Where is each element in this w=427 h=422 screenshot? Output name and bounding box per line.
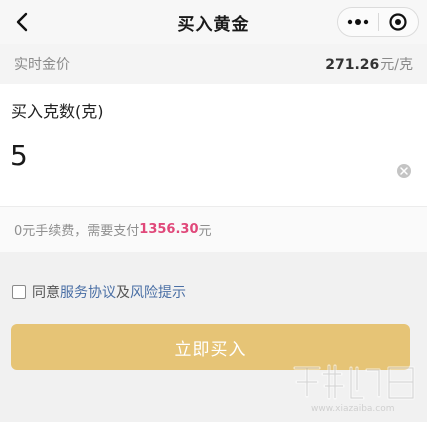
clear-icon — [400, 167, 408, 175]
agreement-checkbox[interactable] — [12, 285, 26, 299]
agreement-text-and: 及 — [116, 285, 130, 301]
more-button[interactable] — [338, 8, 378, 36]
realtime-price-row: 实时金价 271.26元/克 — [0, 44, 427, 84]
menu-capsule — [337, 7, 419, 37]
close-miniprogram-button[interactable] — [379, 8, 419, 36]
agreement-text-agree: 同意 — [32, 285, 60, 301]
back-button[interactable] — [8, 8, 36, 36]
watermark-logo: www.xiazaiba.com — [293, 364, 415, 414]
fee-amount: 1356.30 — [139, 222, 199, 237]
quantity-input[interactable]: 5 — [10, 139, 28, 172]
fee-summary: 0元手续费，需要支付 1356.30 元 — [0, 206, 427, 252]
svg-text:www.xiazaiba.com: www.xiazaiba.com — [311, 404, 395, 414]
quantity-label: 买入克数(克) — [11, 102, 104, 121]
agreement-row: 同意 服务协议及风险提示 — [12, 282, 186, 302]
service-agreement-link[interactable]: 服务协议 — [60, 282, 116, 302]
more-dots-icon — [347, 19, 368, 25]
price-unit: 元/克 — [380, 57, 413, 73]
quantity-card: 买入克数(克) 5 — [0, 84, 427, 206]
price-display: 271.26元/克 — [325, 54, 413, 74]
fee-prefix: 0元手续费，需要支付 — [14, 224, 140, 239]
risk-notice-link[interactable]: 风险提示 — [130, 282, 186, 302]
navigation-bar: 买入黄金 — [0, 0, 427, 44]
target-icon — [389, 13, 407, 31]
fee-suffix: 元 — [198, 224, 212, 239]
price-label: 实时金价 — [14, 57, 70, 73]
chevron-left-icon — [16, 12, 28, 32]
price-value: 271.26 — [325, 57, 380, 73]
page-title: 买入黄金 — [177, 14, 250, 35]
clear-button[interactable] — [397, 164, 411, 178]
